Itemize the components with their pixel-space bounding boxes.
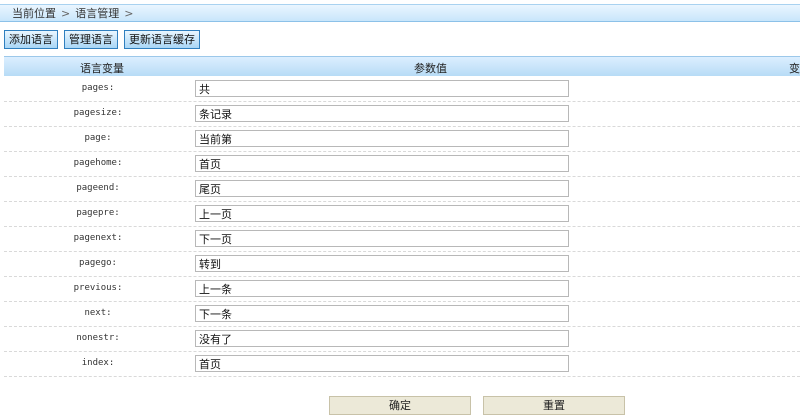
value-input[interactable]	[195, 180, 569, 197]
table-row: pageend:	[4, 177, 800, 202]
value-input[interactable]	[195, 305, 569, 322]
table-row: page:	[4, 127, 800, 152]
update-language-cache-button[interactable]: 更新语言缓存	[124, 30, 200, 49]
table-row: pagesize:	[4, 102, 800, 127]
breadcrumb-item-language-management[interactable]: 语言管理	[75, 5, 119, 21]
value-input[interactable]	[195, 155, 569, 172]
variable-label: pagesize:	[73, 108, 123, 118]
column-header-variable: 语言变量	[80, 62, 124, 75]
variable-label: nonestr:	[76, 333, 120, 343]
manage-language-button[interactable]: 管理语言	[64, 30, 118, 49]
variable-label: previous:	[73, 283, 123, 293]
value-input[interactable]	[195, 355, 569, 372]
add-language-button[interactable]: 添加语言	[4, 30, 58, 49]
table-header: 语言变量 参数值 变	[4, 56, 800, 76]
variable-label: index:	[81, 358, 115, 368]
table-row: previous:	[4, 277, 800, 302]
breadcrumb-separator-icon: >	[124, 6, 134, 20]
value-input[interactable]	[195, 255, 569, 272]
table-row: next:	[4, 302, 800, 327]
breadcrumb: 当前位置 > 语言管理 >	[0, 4, 800, 22]
value-input[interactable]	[195, 280, 569, 297]
column-header-extra: 变	[789, 62, 800, 75]
value-input[interactable]	[195, 130, 569, 147]
language-variable-list: pages: pagesize: page: pagehome: pageend: pag…	[4, 77, 800, 377]
confirm-button[interactable]: 确定	[329, 396, 471, 415]
table-row: pages:	[4, 77, 800, 102]
value-input[interactable]	[195, 205, 569, 222]
toolbar: 添加语言 管理语言 更新语言缓存	[4, 30, 200, 49]
variable-label: next:	[84, 308, 112, 318]
value-input[interactable]	[195, 80, 569, 97]
variable-label: pagehome:	[73, 158, 123, 168]
variable-label: pagenext:	[73, 233, 123, 243]
table-row: nonestr:	[4, 327, 800, 352]
reset-button[interactable]: 重置	[483, 396, 625, 415]
column-header-value: 参数值	[414, 62, 447, 75]
variable-label: pagego:	[79, 258, 117, 268]
table-row: pagepre:	[4, 202, 800, 227]
value-input[interactable]	[195, 230, 569, 247]
value-input[interactable]	[195, 105, 569, 122]
breadcrumb-separator-icon: >	[61, 6, 71, 20]
breadcrumb-item-location: 当前位置	[12, 7, 56, 20]
variable-label: page:	[84, 133, 112, 143]
form-actions: 确定 重置	[329, 396, 625, 415]
variable-label: pagepre:	[76, 208, 120, 218]
variable-label: pageend:	[76, 183, 120, 193]
table-row: pagehome:	[4, 152, 800, 177]
value-input[interactable]	[195, 330, 569, 347]
table-row: pagenext:	[4, 227, 800, 252]
variable-label: pages:	[81, 83, 115, 93]
table-row: pagego:	[4, 252, 800, 277]
table-row: index:	[4, 352, 800, 377]
